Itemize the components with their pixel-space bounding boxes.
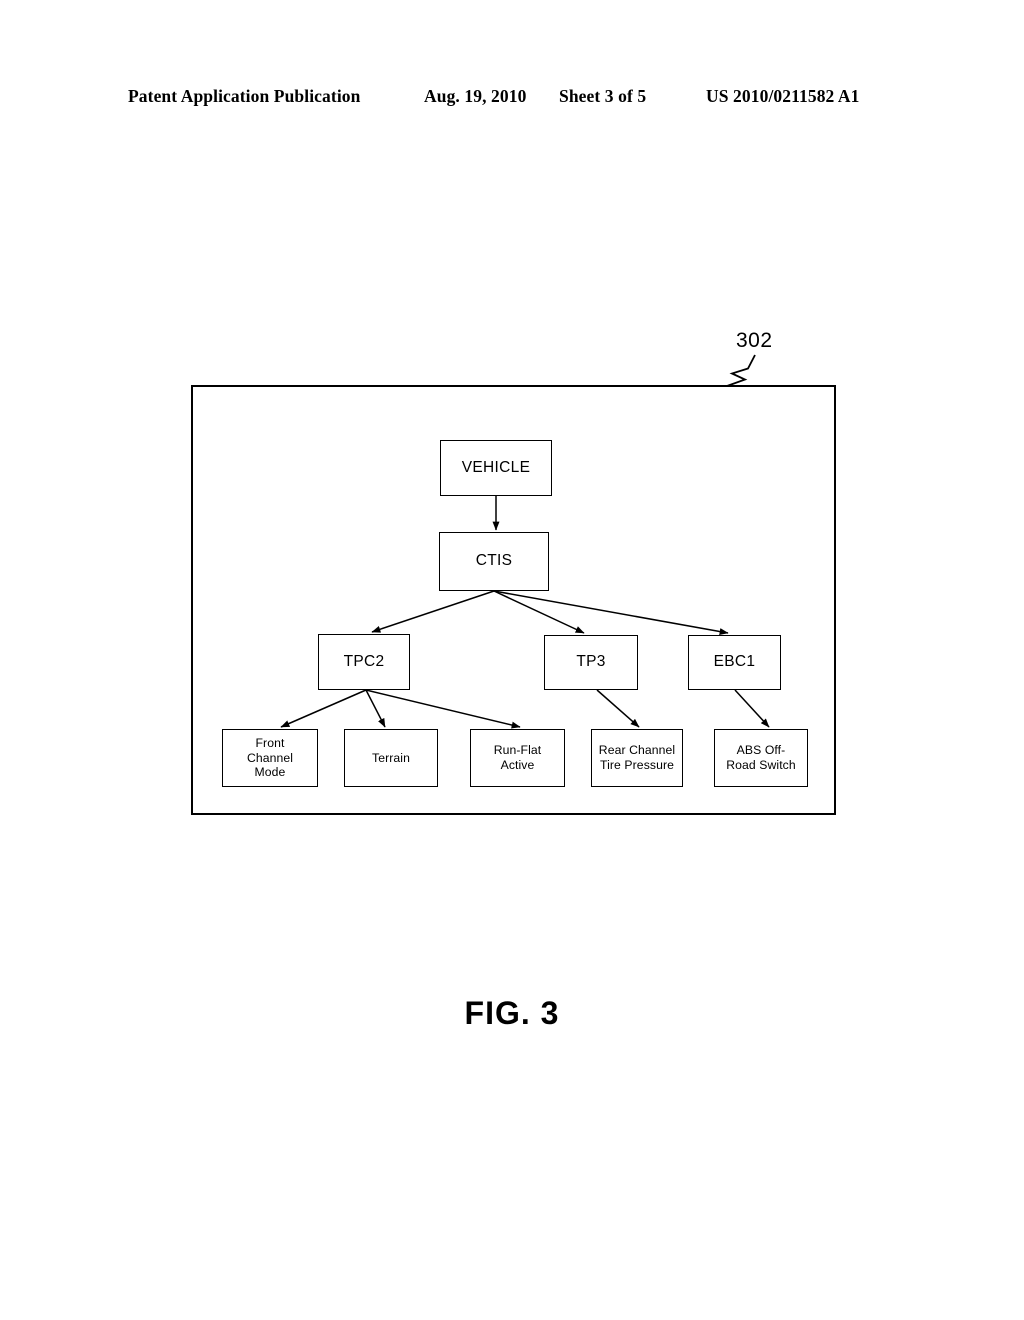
node-label-terrain: Terrain — [372, 750, 410, 765]
node-abs_off_road_switch: ABS Off- Road Switch — [714, 729, 808, 787]
leader-line-302 — [726, 354, 756, 387]
reference-numeral-302: 302 — [736, 329, 773, 352]
node-label-run_flat_active: Run-Flat Active — [493, 743, 542, 772]
node-label-tpc2: TPC2 — [343, 652, 385, 670]
node-label-ctis: CTIS — [475, 552, 513, 570]
node-label-ebc1: EBC1 — [713, 653, 756, 671]
figure-3-diagram: 302 VEHICLE CTIS TPC2 TP3 EBC1 Front Channel … — [0, 0, 1024, 1320]
node-label-tp3: TP3 — [576, 653, 606, 671]
node-tpc2: TPC2 — [318, 634, 410, 690]
node-front_channel_mode: Front Channel Mode — [222, 729, 318, 787]
node-label-vehicle: VEHICLE — [461, 458, 531, 476]
node-vehicle: VEHICLE — [440, 440, 552, 496]
node-label-front_channel_mode: Front Channel Mode — [246, 735, 294, 780]
node-label-rear_channel_tire_pressure: Rear Channel Tire Pressure — [598, 743, 676, 772]
node-rear_channel_tire_pressure: Rear Channel Tire Pressure — [591, 729, 683, 787]
node-ctis: CTIS — [439, 532, 549, 591]
node-terrain: Terrain — [344, 729, 438, 787]
figure-caption: FIG. 3 — [464, 995, 560, 1031]
node-run_flat_active: Run-Flat Active — [470, 729, 565, 787]
node-tp3: TP3 — [544, 635, 638, 690]
node-label-abs_off_road_switch: ABS Off- Road Switch — [726, 743, 796, 772]
node-ebc1: EBC1 — [688, 635, 781, 690]
